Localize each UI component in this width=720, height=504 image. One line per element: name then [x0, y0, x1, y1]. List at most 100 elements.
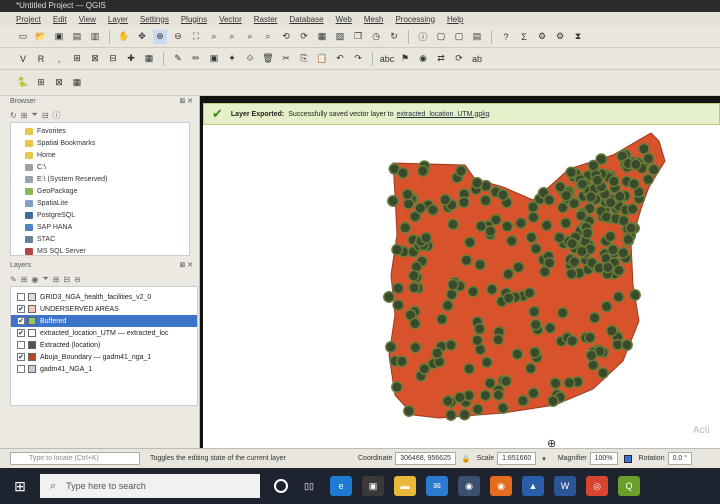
panel-close-icon[interactable]: ⊠ ✕	[179, 260, 193, 272]
layer-row[interactable]: ✔ UNDERSERVED AREAS	[11, 303, 197, 315]
scale-lock-icon[interactable]: ▾	[542, 455, 546, 463]
cortana-icon[interactable]	[274, 479, 288, 493]
layer-visibility-checkbox[interactable]: ✔	[17, 305, 25, 313]
zoom-in-icon[interactable]: ⊕	[153, 29, 167, 44]
panel-close-icon[interactable]: ⊠ ✕	[179, 96, 193, 108]
lock-icon[interactable]: 🔒	[462, 455, 471, 463]
coordinate-field[interactable]: 306468, 956625	[395, 452, 456, 465]
qgis-icon[interactable]: Q	[618, 476, 640, 496]
refresh-icon[interactable]: ↻	[387, 30, 401, 44]
redo-icon[interactable]: ↷	[351, 52, 365, 66]
temporal-controller-icon[interactable]: ◷	[369, 30, 383, 44]
layer-row[interactable]: ✔ Abuja_Boundary — gadm41_nga_1	[11, 351, 197, 363]
plugin-manager-icon[interactable]: ⊞	[34, 76, 48, 90]
identify-icon[interactable]: ⓘ	[416, 30, 430, 44]
layout-manager-icon[interactable]: ▥	[88, 30, 102, 44]
vertex-tool-icon[interactable]: ⟐	[243, 52, 257, 66]
menu-item-project[interactable]: Project	[16, 15, 41, 24]
map-canvas[interactable]: ⊕ Acti	[203, 125, 720, 450]
zoom-out-icon[interactable]: ⊖	[171, 30, 185, 44]
photos-icon[interactable]: ▲	[522, 476, 544, 496]
menu-item-edit[interactable]: Edit	[53, 15, 67, 24]
add-selected-icon[interactable]: ⊞	[21, 111, 28, 120]
expand-all-icon[interactable]: ⊞	[53, 275, 60, 284]
bookmark-icon[interactable]: ❐	[351, 30, 365, 44]
new-project-icon[interactable]: ▭	[16, 30, 30, 44]
add-wfs-icon[interactable]: ⊟	[106, 52, 120, 66]
print-layout-icon[interactable]: ▤	[70, 30, 84, 44]
layer-row[interactable]: ✔ Buffered	[11, 315, 197, 327]
deselect-icon[interactable]: ▢	[452, 30, 466, 44]
layer-symbol-swatch[interactable]	[28, 353, 36, 361]
layer-visibility-checkbox[interactable]	[17, 365, 25, 373]
windows-start-icon[interactable]: ⊞	[0, 478, 40, 495]
layer-visibility-checkbox[interactable]: ✔	[17, 317, 25, 325]
menu-item-view[interactable]: View	[79, 15, 96, 24]
zoom-native-icon[interactable]: ⌕	[261, 30, 275, 44]
help-icon[interactable]: ?	[499, 30, 513, 44]
browser-item[interactable]: Home	[15, 149, 185, 161]
add-vector-layer-icon[interactable]: V	[16, 52, 30, 66]
manage-themes-icon[interactable]: ◉	[31, 275, 38, 284]
toggle-editing-icon[interactable]: ✏	[189, 52, 203, 66]
add-csv-layer-icon[interactable]: ,	[52, 52, 66, 66]
layer-row[interactable]: gadm41_NGA_1	[11, 363, 197, 375]
layer-visibility-checkbox[interactable]	[17, 293, 25, 301]
zoom-last-icon[interactable]: ⟲	[279, 30, 293, 44]
browser-item[interactable]: Favorites	[15, 125, 185, 137]
add-mesh-icon[interactable]: ⊠	[88, 52, 102, 66]
move-label-icon[interactable]: ⇄	[434, 52, 448, 66]
save-edits-icon[interactable]: ▣	[207, 52, 221, 66]
highlight-label-icon[interactable]: ◉	[416, 52, 430, 66]
layer-visibility-checkbox[interactable]: ✔	[17, 329, 25, 337]
zoom-layer-icon[interactable]: ⌕	[243, 30, 257, 44]
pan-to-selection-icon[interactable]: ✥	[135, 30, 149, 44]
magnifier-field[interactable]: 100%	[589, 452, 618, 465]
undo-icon[interactable]: ↶	[333, 52, 347, 66]
measure-icon[interactable]: ⧗	[571, 30, 585, 44]
zoom-selection-icon[interactable]: ⌕	[225, 30, 239, 44]
filter-legend-icon[interactable]: ⏷	[42, 274, 48, 284]
zoom-next-icon[interactable]: ⟳	[297, 30, 311, 44]
menu-item-help[interactable]: Help	[447, 15, 463, 24]
enable-properties-icon[interactable]: ⓘ	[53, 110, 61, 121]
layer-symbol-swatch[interactable]	[28, 329, 36, 337]
add-group-icon[interactable]: ⊞	[21, 275, 28, 284]
layer-symbol-swatch[interactable]	[28, 341, 36, 349]
browser-item[interactable]: E:\ (System Reserved)	[15, 173, 185, 185]
add-raster-layer-icon[interactable]: R	[34, 52, 48, 66]
filter-icon[interactable]: ⏷	[31, 110, 37, 120]
collapse-all-icon[interactable]: ⊟	[42, 111, 49, 120]
taskbar-search-box[interactable]: ⌕ Type here to search	[40, 474, 260, 498]
scale-field[interactable]: 1:851660	[497, 452, 537, 465]
statistics-icon[interactable]: Σ	[517, 30, 531, 44]
menu-item-layer[interactable]: Layer	[108, 15, 128, 24]
menu-item-raster[interactable]: Raster	[254, 15, 278, 24]
delete-selected-icon[interactable]: 🗑	[261, 52, 275, 66]
open-project-icon[interactable]: 📂	[34, 30, 48, 44]
toolbox-icon[interactable]: ⚙	[553, 30, 567, 44]
add-xyz-icon[interactable]: ✚	[124, 52, 138, 66]
add-wms-icon[interactable]: ⊞	[70, 52, 84, 66]
menu-item-mesh[interactable]: Mesh	[364, 15, 384, 24]
file-explorer-icon[interactable]: ▬	[394, 476, 416, 496]
add-virtual-layer-icon[interactable]: ▦	[142, 52, 156, 66]
message-file-link[interactable]: extracted_location_UTM.gpkg	[397, 111, 490, 118]
browser-item[interactable]: STAC	[15, 233, 185, 245]
menu-item-database[interactable]: Database	[289, 15, 323, 24]
edge-icon[interactable]: e	[330, 476, 352, 496]
menu-item-processing[interactable]: Processing	[395, 15, 435, 24]
map-svg[interactable]	[203, 125, 720, 448]
layer-styling-icon[interactable]: ✎	[10, 275, 17, 284]
add-feature-icon[interactable]: ✦	[225, 52, 239, 66]
browser-item[interactable]: Spatial Bookmarks	[15, 137, 185, 149]
menu-item-vector[interactable]: Vector	[219, 15, 242, 24]
firefox-icon[interactable]: ◉	[490, 476, 512, 496]
chrome-icon[interactable]: ◎	[586, 476, 608, 496]
word-icon[interactable]: W	[554, 476, 576, 496]
browser-item[interactable]: SpatiaLite	[15, 197, 185, 209]
copy-features-icon[interactable]: ⎘	[297, 52, 311, 66]
paste-features-icon[interactable]: 📋	[315, 52, 329, 66]
pin-label-icon[interactable]: ⚑	[398, 52, 412, 66]
browser-item[interactable]: GeoPackage	[15, 185, 185, 197]
